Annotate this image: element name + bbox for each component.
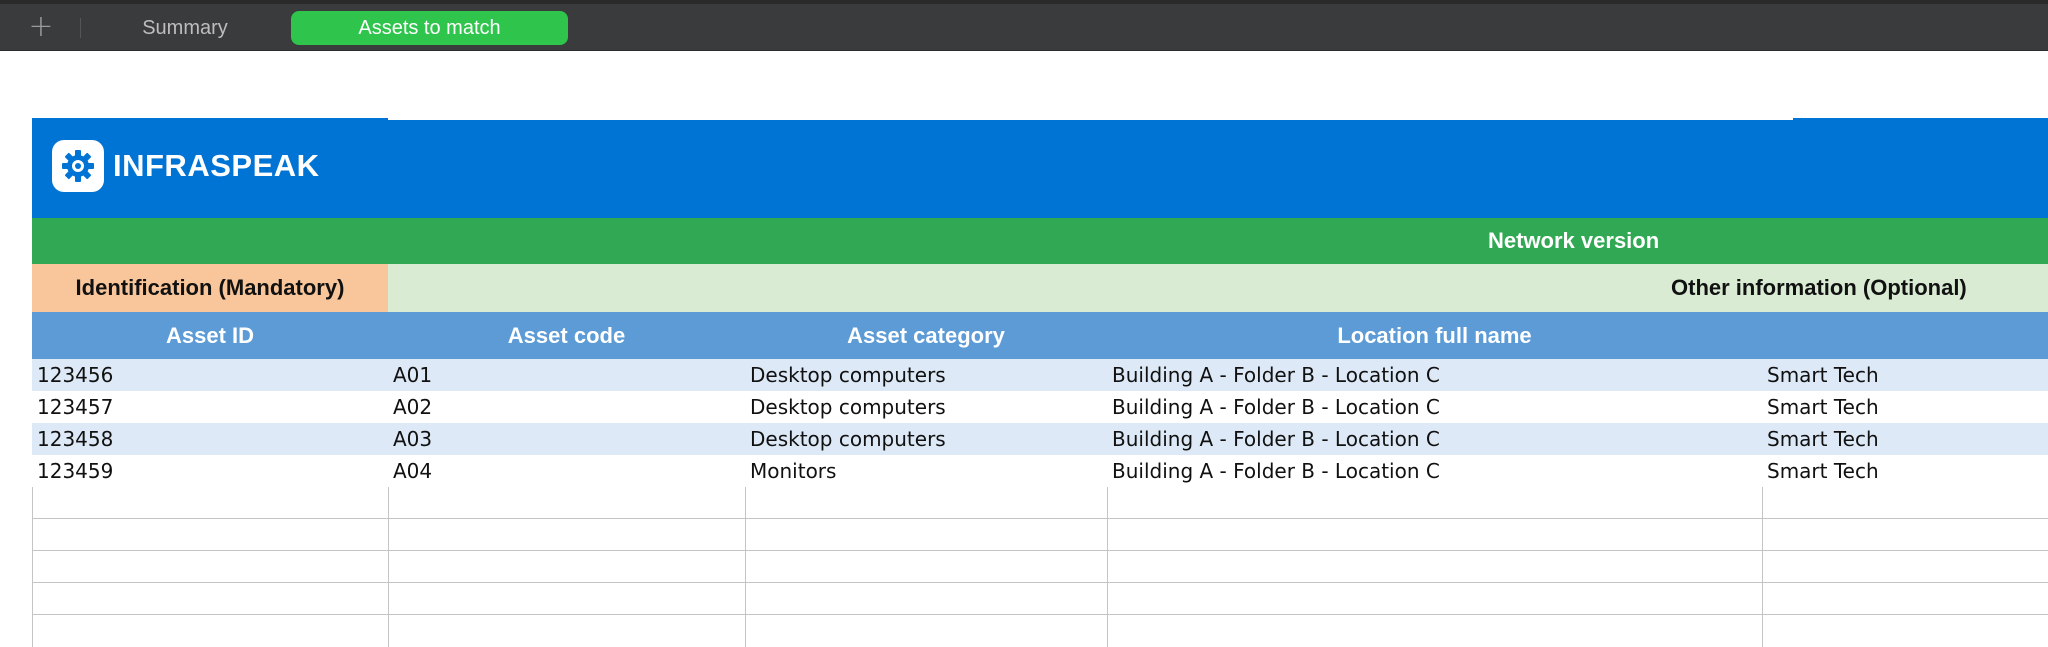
header-asset-id[interactable]: Asset ID bbox=[32, 312, 388, 359]
table-row: 123457 A02 Desktop computers Building A … bbox=[32, 391, 2048, 423]
column-header-row: Asset ID Asset code Asset category Locat… bbox=[32, 312, 2048, 359]
grid-line bbox=[32, 614, 2048, 615]
cell-location[interactable]: Building A - Folder B - Location C bbox=[1107, 423, 1762, 455]
tab-assets-to-match[interactable]: Assets to match bbox=[291, 11, 568, 45]
section-header-row: Identification (Mandatory) Other informa… bbox=[32, 264, 2048, 312]
version-banner: Network version bbox=[32, 218, 2048, 264]
cell-asset-code[interactable]: A02 bbox=[388, 391, 745, 423]
grid-line bbox=[388, 487, 389, 647]
cell-asset-code[interactable]: A03 bbox=[388, 423, 745, 455]
grid-line bbox=[32, 487, 33, 647]
sheet-tab-bar: + Summary Assets to match bbox=[0, 0, 2048, 51]
section-mandatory: Identification (Mandatory) bbox=[32, 264, 388, 312]
gear-icon bbox=[52, 140, 104, 192]
cell-manufacturer[interactable]: Smart Tech bbox=[1762, 423, 2048, 455]
header-banner: INFRASPEAK bbox=[32, 118, 2048, 218]
cell-asset-code[interactable]: A01 bbox=[388, 359, 745, 391]
grid-line bbox=[32, 518, 2048, 519]
header-asset-category[interactable]: Asset category bbox=[745, 312, 1107, 359]
add-sheet-button[interactable]: + bbox=[24, 12, 58, 44]
cell-asset-category[interactable]: Desktop computers bbox=[745, 359, 1107, 391]
cell-location[interactable]: Building A - Folder B - Location C bbox=[1107, 391, 1762, 423]
grid-line bbox=[1762, 487, 1763, 647]
logo-wordmark: INFRASPEAK bbox=[113, 148, 320, 183]
cell-manufacturer[interactable]: Smart Tech bbox=[1762, 391, 2048, 423]
tab-divider bbox=[80, 18, 81, 38]
grid-line bbox=[745, 487, 746, 647]
cell-asset-id[interactable]: 123459 bbox=[32, 455, 388, 487]
cell-asset-category[interactable]: Monitors bbox=[745, 455, 1107, 487]
network-version-title: Network version bbox=[1488, 228, 1660, 253]
empty-cells-grid[interactable] bbox=[32, 487, 2048, 647]
cell-asset-id[interactable]: 123458 bbox=[32, 423, 388, 455]
infraspeak-logo: INFRASPEAK bbox=[52, 140, 320, 192]
section-optional: Other information (Optional) bbox=[1671, 275, 1967, 300]
cell-asset-id[interactable]: 123457 bbox=[32, 391, 388, 423]
grid-line bbox=[32, 550, 2048, 551]
cell-asset-category[interactable]: Desktop computers bbox=[745, 391, 1107, 423]
cell-manufacturer[interactable]: Smart Tech bbox=[1762, 455, 2048, 487]
tab-summary[interactable]: Summary bbox=[110, 11, 260, 45]
cell-border bbox=[388, 118, 1793, 120]
cell-asset-id[interactable]: 123456 bbox=[32, 359, 388, 391]
table-row: 123458 A03 Desktop computers Building A … bbox=[32, 423, 2048, 455]
grid-line bbox=[1107, 487, 1108, 647]
header-asset-code[interactable]: Asset code bbox=[388, 312, 745, 359]
table-row: 123459 A04 Monitors Building A - Folder … bbox=[32, 455, 2048, 487]
table-row: 123456 A01 Desktop computers Building A … bbox=[32, 359, 2048, 391]
cell-location[interactable]: Building A - Folder B - Location C bbox=[1107, 455, 1762, 487]
grid-line bbox=[32, 582, 2048, 583]
header-location-full-name[interactable]: Location full name bbox=[1107, 312, 1762, 359]
cell-manufacturer[interactable]: Smart Tech bbox=[1762, 359, 2048, 391]
header-column-5[interactable] bbox=[1762, 312, 2048, 359]
cell-asset-category[interactable]: Desktop computers bbox=[745, 423, 1107, 455]
spreadsheet-canvas[interactable]: INFRASPEAK Network version Identificatio… bbox=[32, 118, 2048, 647]
cell-location[interactable]: Building A - Folder B - Location C bbox=[1107, 359, 1762, 391]
cell-asset-code[interactable]: A04 bbox=[388, 455, 745, 487]
